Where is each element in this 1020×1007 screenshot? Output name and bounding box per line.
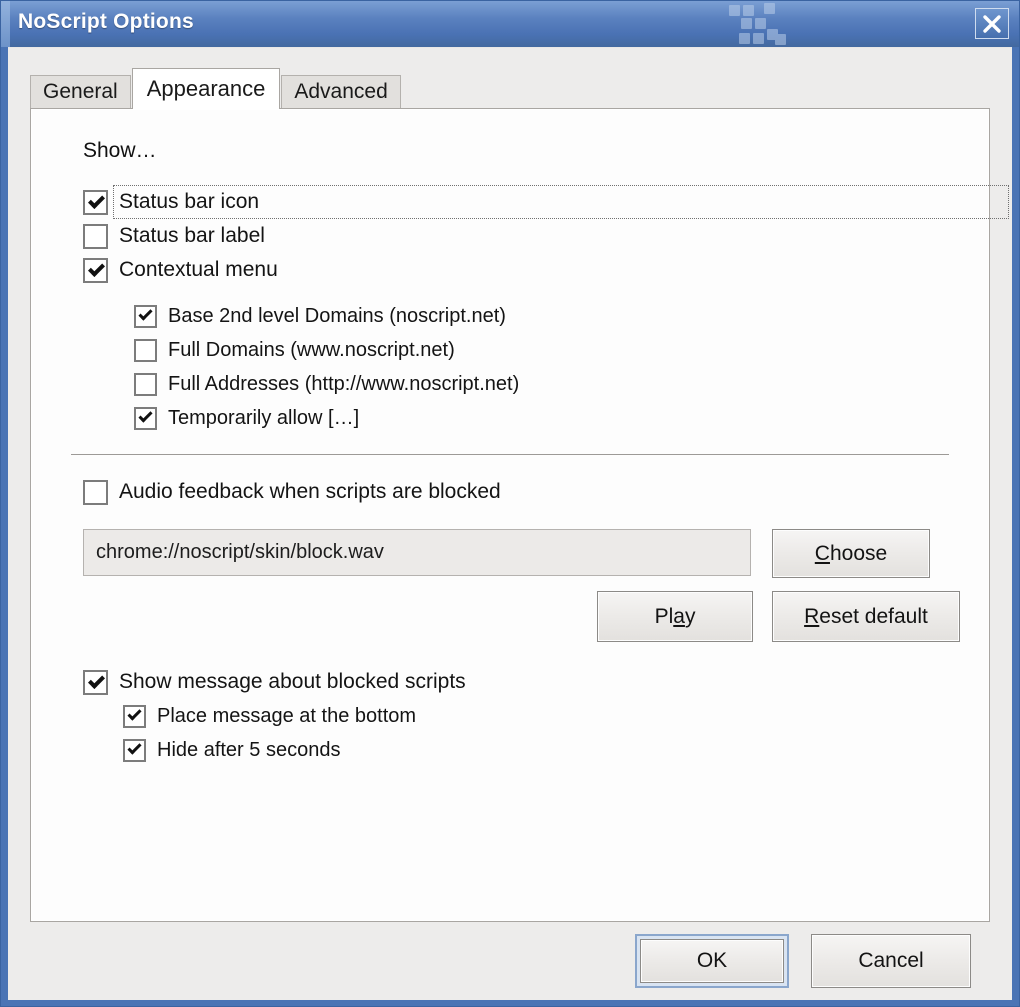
show-section-label: Show… (83, 139, 157, 162)
checkbox-row-show-message[interactable]: Show message about blocked scripts (83, 665, 963, 699)
ok-button-default-ring: OK (635, 934, 789, 988)
cancel-button[interactable]: Cancel (811, 934, 971, 988)
checkbox-label-show-message: Show message about blocked scripts (119, 670, 466, 693)
checkbox-row-full-domains[interactable]: Full Domains (www.noscript.net) (134, 333, 963, 367)
checkbox-row-status-bar-label[interactable]: Status bar label (83, 219, 963, 253)
checkbox-show-message[interactable] (83, 669, 108, 695)
choose-button-label-after: hoose (829, 541, 888, 565)
tab-strip: General Appearance Advanced (30, 68, 1012, 109)
checkbox-row-base-2nd-level-domains[interactable]: Base 2nd level Domains (noscript.net) (134, 299, 963, 333)
tab-advanced[interactable]: Advanced (281, 75, 401, 108)
checkbox-full-addresses[interactable] (134, 372, 157, 396)
sound-path-row: chrome://noscript/skin/block.wav Choose (83, 529, 963, 578)
checkbox-label-base-2nd-level-domains: Base 2nd level Domains (noscript.net) (168, 304, 506, 327)
close-icon[interactable] (975, 8, 1009, 39)
blocked-scripts-message-group: Show message about blocked scripts Place… (57, 665, 963, 767)
checkbox-label-audio-feedback: Audio feedback when scripts are blocked (119, 480, 501, 503)
tab-appearance[interactable]: Appearance (131, 68, 281, 109)
checkbox-label-status-bar-icon: Status bar icon (119, 190, 260, 213)
checkbox-row-hide-after-5-seconds[interactable]: Hide after 5 seconds (123, 733, 963, 767)
reset-default-button[interactable]: Reset default (772, 591, 960, 642)
choose-button-accel: C (814, 541, 830, 565)
checkbox-hide-after-5-seconds[interactable] (123, 738, 146, 762)
choose-button[interactable]: Choose (772, 529, 930, 578)
play-button[interactable]: Pl a y (597, 591, 753, 642)
reset-button-label-after: eset default (819, 604, 928, 628)
checkbox-row-place-message-bottom[interactable]: Place message at the bottom (123, 699, 963, 733)
sound-path-input[interactable]: chrome://noscript/skin/block.wav (83, 529, 751, 576)
checkbox-label-temporarily-allow: Temporarily allow […] (168, 406, 360, 429)
play-button-accel: a (673, 604, 685, 628)
checkbox-audio-feedback[interactable] (83, 479, 108, 505)
title-bar: NoScript Options (1, 1, 1019, 47)
titlebar-sheen (1, 1, 10, 47)
appearance-tab-panel: Show… Status bar icon Status bar label C… (30, 108, 1009, 922)
ok-button[interactable]: OK (640, 939, 784, 983)
checkbox-base-2nd-level-domains[interactable] (134, 304, 157, 328)
checkbox-status-bar-icon[interactable] (83, 189, 108, 215)
checkbox-row-temporarily-allow[interactable]: Temporarily allow […] (134, 401, 963, 435)
checkbox-row-status-bar-icon[interactable]: Status bar icon (83, 185, 1009, 219)
client-area: General Appearance Advanced Show… Status… (8, 47, 1012, 1000)
window-title: NoScript Options (18, 10, 194, 33)
checkbox-row-audio-feedback[interactable]: Audio feedback when scripts are blocked (83, 475, 963, 509)
reset-button-accel: R (804, 604, 820, 628)
checkbox-status-bar-label[interactable] (83, 223, 108, 249)
checkbox-label-hide-after-5-seconds: Hide after 5 seconds (157, 738, 341, 761)
checkbox-full-domains[interactable] (134, 338, 157, 362)
titlebar-pixel-decoration-icon (723, 1, 815, 47)
checkbox-label-full-domains: Full Domains (www.noscript.net) (168, 338, 455, 361)
play-button-label-before: Pl (654, 604, 674, 628)
checkbox-row-contextual-menu[interactable]: Contextual menu (83, 253, 963, 287)
checkbox-label-status-bar-label: Status bar label (119, 224, 265, 247)
checkbox-label-place-message-bottom: Place message at the bottom (157, 704, 417, 727)
sound-action-buttons: Pl a y Reset default (57, 591, 960, 642)
checkbox-place-message-bottom[interactable] (123, 704, 146, 728)
noscript-options-window: NoScript Options General Appearance Adva… (0, 0, 1020, 1007)
checkbox-row-full-addresses[interactable]: Full Addresses (http://www.noscript.net) (134, 367, 963, 401)
checkbox-temporarily-allow[interactable] (134, 406, 157, 430)
tab-general[interactable]: General (30, 75, 131, 108)
section-divider (71, 454, 949, 455)
dialog-button-bar: OK Cancel (8, 922, 1012, 1000)
checkbox-contextual-menu[interactable] (83, 257, 108, 283)
play-button-label-after: y (684, 604, 696, 628)
checkbox-label-full-addresses: Full Addresses (http://www.noscript.net) (168, 372, 520, 395)
checkbox-label-contextual-menu: Contextual menu (119, 258, 278, 281)
